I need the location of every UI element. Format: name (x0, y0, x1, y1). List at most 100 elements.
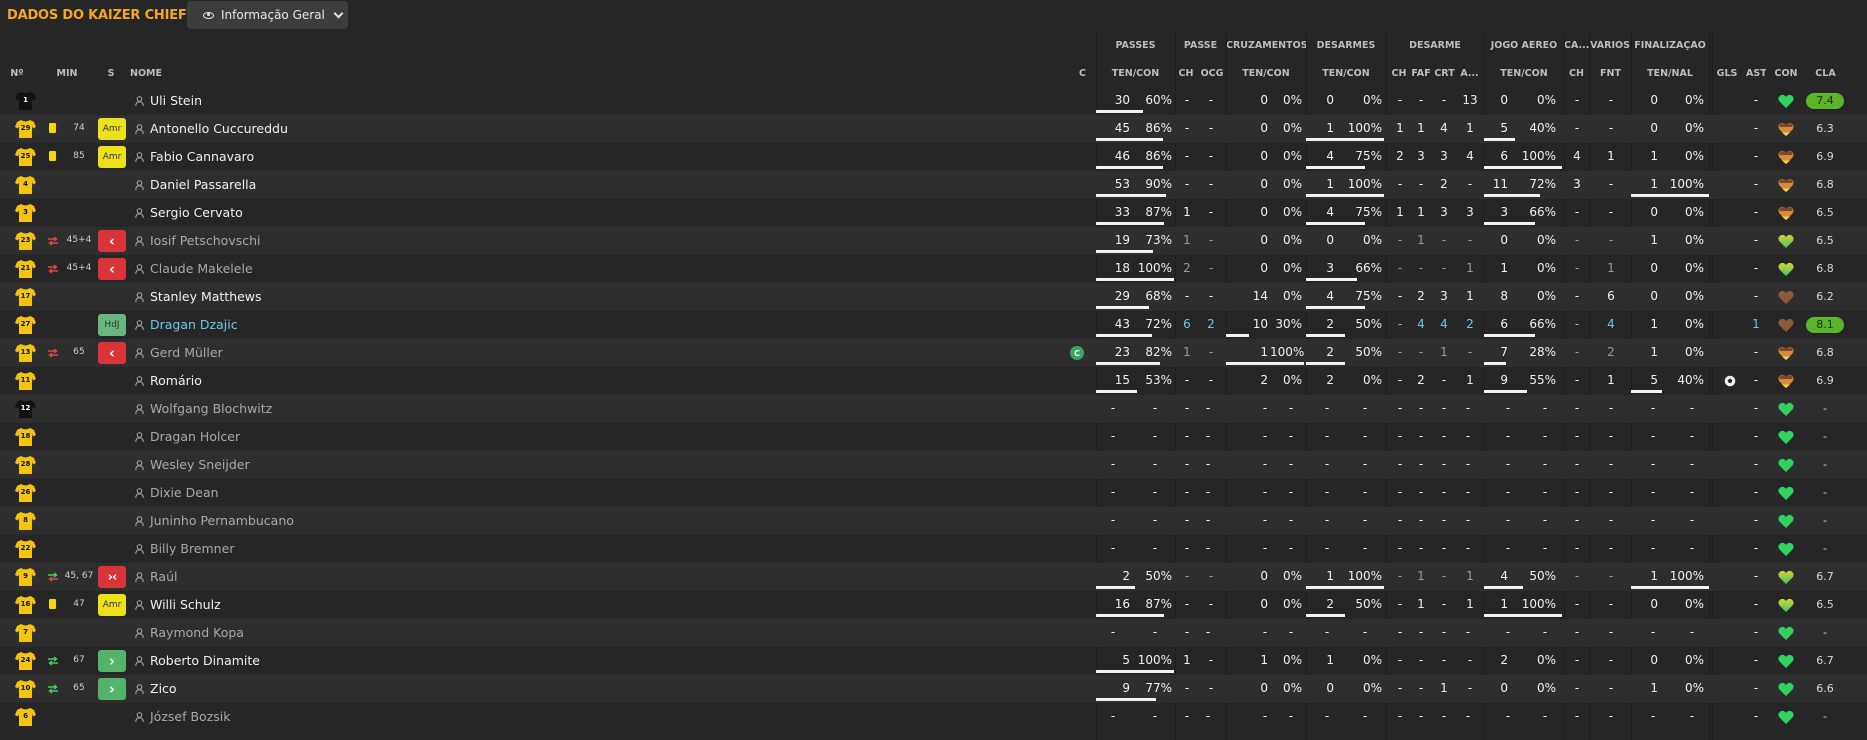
table-row[interactable]: 25 85 Amr Fabio Cannavaro 46 86% - -0 0% 4 75% 2 3 3 4… (0, 143, 1867, 171)
player-name[interactable]: Antonello Cuccureddu (150, 121, 288, 136)
player-name[interactable]: Daniel Passarella (150, 177, 256, 192)
player-profile-icon[interactable] (135, 208, 144, 218)
column-head-21[interactable]: CLA (1806, 68, 1845, 79)
player-profile-icon[interactable] (135, 152, 144, 162)
column-head-14[interactable]: TEN/CON (1484, 68, 1564, 79)
player-name[interactable]: Raúl (150, 569, 177, 584)
column-head-4[interactable]: C (1075, 68, 1090, 79)
player-name[interactable]: Juninho Pernambucano (150, 513, 294, 528)
column-head-2[interactable]: S (104, 68, 118, 79)
table-row[interactable]: 3 Sergio Cervato 33 87% 1-0 0% 4 75% 1 1 3 3 3 66% - -0… (0, 199, 1867, 227)
player-name[interactable]: Willi Schulz (150, 597, 221, 612)
column-head-13[interactable]: A... (1457, 68, 1482, 79)
player-name[interactable]: Uli Stein (150, 93, 202, 108)
table-row[interactable]: 1 Uli Stein 30 60% - -0 0% 0 0% - - -13 0 0% - -0 0% -7.4 (0, 87, 1867, 115)
player-name[interactable]: Claude Makelele (150, 261, 253, 276)
table-row[interactable]: 29 74 Amr Antonello Cuccureddu 45 86% - -0 0% 1 10… (0, 115, 1867, 143)
table-row[interactable]: 21 45+4 ‹ Claude Makelele 18 100% 2-0 0% 3 66% - - -… (0, 255, 1867, 283)
player-name[interactable]: Wolfgang Blochwitz (150, 401, 272, 416)
column-head-7[interactable]: OCG (1198, 68, 1226, 79)
player-name[interactable]: Sergio Cervato (150, 205, 243, 220)
column-head-8[interactable]: TEN/CON (1226, 68, 1306, 79)
table-row[interactable]: 6 József Bozsik - - - - - - - - - - - - - - - - - - - - (0, 703, 1867, 731)
player-name[interactable]: Raymond Kopa (150, 625, 244, 640)
player-name[interactable]: Fabio Cannavaro (150, 149, 254, 164)
status-badge[interactable]: ‹ (98, 342, 126, 364)
player-name[interactable]: Dragan Holcer (150, 429, 240, 444)
column-head-0[interactable]: Nº (6, 68, 28, 79)
column-head-11[interactable]: FAF (1411, 68, 1431, 79)
player-name[interactable]: Zico (150, 681, 177, 696)
table-row[interactable]: 10 65 › Zico 9 77% - -0 0% 0 0% - -1-0 0% - -1 0% -6.6 (0, 675, 1867, 703)
status-badge[interactable]: › (98, 650, 126, 672)
column-head-15[interactable]: CH (1564, 68, 1589, 79)
player-profile-icon[interactable] (135, 292, 144, 302)
table-row[interactable]: 12 Wolfgang Blochwitz - - - - - - - - - - - - - - - - - - - - (0, 395, 1867, 423)
player-name[interactable]: Wesley Sneijder (150, 457, 250, 472)
player-profile-icon[interactable] (135, 236, 144, 246)
status-badge[interactable]: Amr (98, 118, 126, 140)
status-badge[interactable]: ›‹ (98, 566, 126, 588)
table-row[interactable]: 22 Billy Bremner - - - - - - - - - - - - - - - - - - - - (0, 535, 1867, 563)
table-row[interactable]: 17 Stanley Matthews 29 68% - -14 0% 4 75% -2 3 1 8 0%… (0, 283, 1867, 311)
column-head-18[interactable]: GLS (1716, 68, 1738, 79)
status-badge[interactable]: › (98, 678, 126, 700)
player-name[interactable]: Dragan Dzajic (150, 317, 238, 332)
column-head-19[interactable]: AST (1746, 68, 1766, 79)
player-name[interactable]: Billy Bremner (150, 541, 234, 556)
table-row[interactable]: 28 Wesley Sneijder - - - - - - - - - - - - - - - - - - - - (0, 451, 1867, 479)
table-row[interactable]: 27 HdJ Dragan Dzajic 43 72% 6 2 10 30% 2 50% -4 4 2 6 6… (0, 311, 1867, 339)
player-profile-icon[interactable] (135, 432, 144, 442)
player-profile-icon[interactable] (135, 544, 144, 554)
column-head-12[interactable]: CRT (1434, 68, 1455, 79)
column-head-10[interactable]: CH (1390, 68, 1408, 79)
table-row[interactable]: 4 Daniel Passarella 53 90% - -0 0% 1 100% - -2-11 7… (0, 171, 1867, 199)
column-head-9[interactable]: TEN/CON (1306, 68, 1386, 79)
column-head-3[interactable]: NOME (130, 68, 175, 79)
player-profile-icon[interactable] (135, 516, 144, 526)
player-profile-icon[interactable] (135, 96, 144, 106)
table-row[interactable]: 26 Dixie Dean - - - - - - - - - - - - - - - - - - - - (0, 479, 1867, 507)
table-row[interactable]: 16 47 Amr Willi Schulz 16 87% - -0 0% 2 50% -1-1 1 10… (0, 591, 1867, 619)
player-profile-icon[interactable] (135, 684, 144, 694)
player-profile-icon[interactable] (135, 460, 144, 470)
player-profile-icon[interactable] (135, 348, 144, 358)
column-head-16[interactable]: FNT (1591, 68, 1630, 79)
player-profile-icon[interactable] (135, 264, 144, 274)
column-head-1[interactable]: MIN (52, 68, 82, 79)
table-row[interactable]: 13 65 ‹ Gerd Müller C 23 82% 1-1 100% 2 50% - -1-7 28… (0, 339, 1867, 367)
status-badge[interactable]: Amr (98, 594, 126, 616)
column-head-17[interactable]: TEN/NAL (1631, 68, 1709, 79)
table-row[interactable]: 11 Romário 15 53% - -2 0% 2 0% -2-1 9 55% -1 5 40% -6.9 (0, 367, 1867, 395)
view-select-dropdown[interactable]: Informação Geral (187, 1, 348, 29)
status-badge[interactable]: HdJ (98, 314, 126, 336)
player-name[interactable]: Stanley Matthews (150, 289, 262, 304)
column-head-5[interactable]: TEN/CON (1096, 68, 1175, 79)
player-profile-icon[interactable] (135, 180, 144, 190)
player-profile-icon[interactable] (135, 656, 144, 666)
status-badge[interactable]: ‹ (98, 258, 126, 280)
player-name[interactable]: Dixie Dean (150, 485, 219, 500)
table-row[interactable]: 8 Juninho Pernambucano - - - - - - - - - - - - - - - - - - -… (0, 507, 1867, 535)
player-profile-icon[interactable] (135, 628, 144, 638)
player-profile-icon[interactable] (135, 712, 144, 722)
table-row[interactable]: 18 Dragan Holcer - - - - - - - - - - - - - - - - - - - - (0, 423, 1867, 451)
player-name[interactable]: Gerd Müller (150, 345, 223, 360)
table-row[interactable]: 7 Raymond Kopa - - - - - - - - - - - - - - - - - - - - (0, 619, 1867, 647)
table-row[interactable]: 9 45, 67 ›‹ Raúl 2 50% - -0 0% 1 100% -1-1 4 50% - -1 10… (0, 563, 1867, 591)
player-profile-icon[interactable] (135, 488, 144, 498)
player-name[interactable]: József Bozsik (150, 709, 230, 724)
status-badge[interactable]: Amr (98, 146, 126, 168)
player-profile-icon[interactable] (135, 124, 144, 134)
column-head-20[interactable]: CON (1773, 68, 1799, 79)
column-head-6[interactable]: CH (1176, 68, 1196, 79)
player-profile-icon[interactable] (135, 572, 144, 582)
player-profile-icon[interactable] (135, 320, 144, 330)
player-profile-icon[interactable] (135, 376, 144, 386)
table-row[interactable]: 24 67 › Roberto Dinamite 5 100% 1 - 1 0% 1 0% - - - - 2 0… (0, 647, 1867, 675)
player-profile-icon[interactable] (135, 600, 144, 610)
player-name[interactable]: Iosif Petschovschi (150, 233, 261, 248)
player-name[interactable]: Romário (150, 373, 202, 388)
table-row[interactable]: 23 45+4 ‹ Iosif Petschovschi 19 73% 1-0 0% 0 0% -1… (0, 227, 1867, 255)
player-profile-icon[interactable] (135, 404, 144, 414)
